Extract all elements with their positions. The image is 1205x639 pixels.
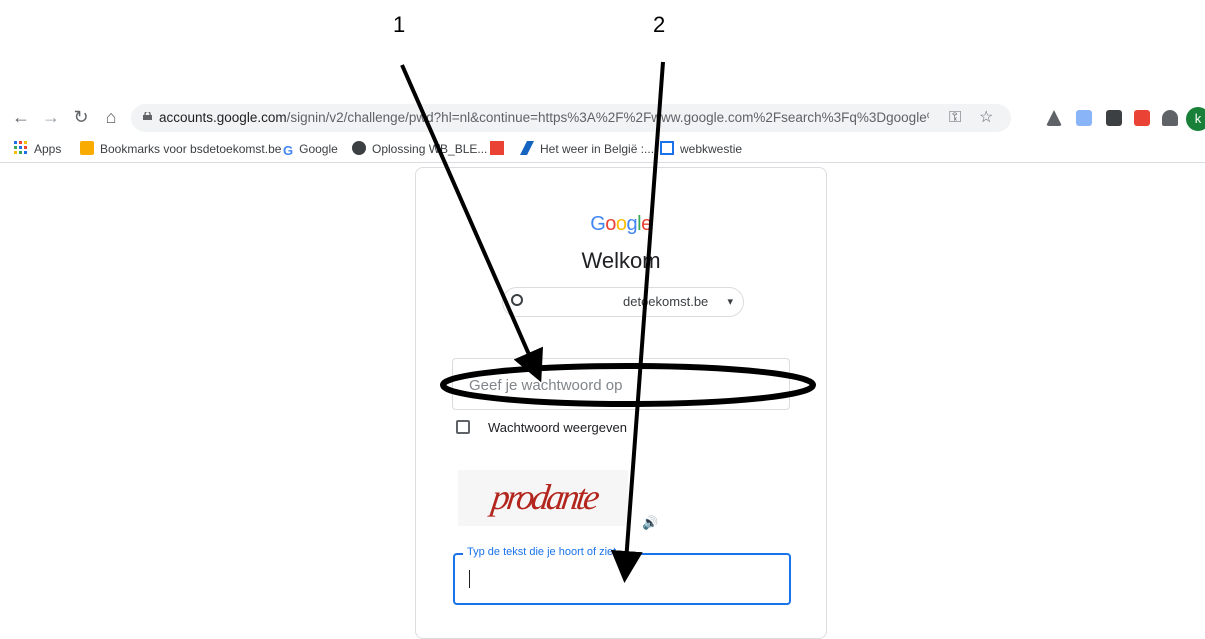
key-icon[interactable]: ⚿	[949, 108, 961, 128]
browser-toolbar: ← → ↻ ⌂ accounts.google.com/signin/v2/ch…	[0, 100, 1205, 136]
chevron-down-icon: ▾	[727, 296, 733, 308]
show-password-checkbox[interactable]	[456, 420, 470, 434]
show-password-label: Wachtwoord weergeven	[488, 420, 627, 435]
drive-extension-icon[interactable]	[1046, 110, 1062, 126]
bookmark-oplossing[interactable]: Oplossing WB_BLE...	[352, 140, 487, 158]
pdf-icon	[490, 141, 504, 155]
reload-icon[interactable]: ↻	[70, 106, 92, 128]
captcha-input[interactable]	[467, 555, 771, 605]
address-bar[interactable]: accounts.google.com/signin/v2/challenge/…	[131, 104, 1011, 132]
avatar[interactable]: k	[1186, 107, 1205, 131]
bookmarks-bar: Apps Bookmarks voor bsdetoekomst.be G Goo…	[0, 136, 1205, 163]
puzzle-extensions-icon[interactable]	[1162, 110, 1178, 126]
star-icon[interactable]: ☆	[979, 108, 993, 128]
annotation-number-1: 1	[393, 12, 406, 37]
account-email: detoekomst.be	[623, 294, 709, 309]
password-field[interactable]	[452, 358, 790, 411]
captcha-image: prodante	[458, 470, 628, 526]
url-text: accounts.google.com/signin/v2/challenge/…	[159, 110, 929, 125]
lock-icon	[143, 112, 152, 120]
page-icon	[660, 141, 674, 155]
bookmark-pdf[interactable]	[490, 140, 510, 158]
globe-icon	[352, 141, 366, 155]
bookmark-webkwestie[interactable]: webkwestie	[660, 140, 742, 158]
extension-icon[interactable]	[1106, 110, 1122, 126]
account-circle-icon	[511, 294, 523, 306]
apps-grid-icon	[14, 141, 27, 154]
password-input[interactable]	[467, 359, 771, 411]
forward-arrow-icon[interactable]: →	[40, 106, 62, 128]
signin-card: Google Welkom detoekomst.be ▾ Wachtwoord…	[415, 167, 827, 639]
back-arrow-icon[interactable]: ←	[10, 106, 32, 128]
bookmark-google[interactable]: G Google	[283, 140, 338, 158]
bookmark-folder[interactable]: Bookmarks voor bsdetoekomst.be	[80, 140, 281, 158]
page-title: Welkom	[581, 248, 661, 273]
google-g-icon: G	[283, 143, 294, 158]
captcha-text: prodante	[489, 477, 600, 517]
captcha-field[interactable]: Typ de tekst die je hoort of ziet	[453, 546, 791, 605]
bookmark-weather[interactable]: Het weer in België :...	[520, 140, 654, 158]
home-icon[interactable]: ⌂	[100, 106, 122, 128]
extension-icon[interactable]	[1076, 110, 1092, 126]
folder-icon	[80, 141, 94, 155]
account-chip[interactable]: detoekomst.be ▾	[502, 287, 744, 317]
speaker-icon[interactable]: 🔊	[642, 515, 658, 531]
annotation-number-2: 2	[653, 12, 666, 37]
text-cursor	[469, 570, 470, 588]
pdf-extension-icon[interactable]	[1134, 110, 1150, 126]
google-logo: Google	[590, 213, 652, 235]
weather-logo-icon	[520, 141, 534, 155]
bookmark-apps[interactable]: Apps	[14, 140, 61, 158]
